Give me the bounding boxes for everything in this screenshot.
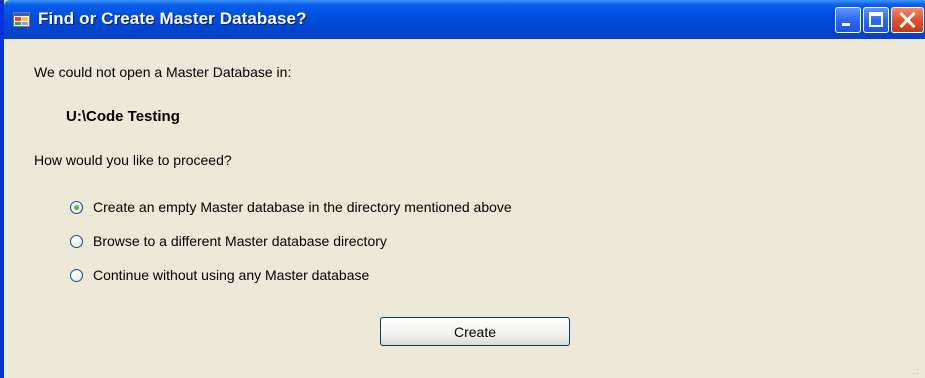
create-button[interactable]: Create <box>380 317 570 346</box>
radio-label[interactable]: Continue without using any Master databa… <box>93 267 369 283</box>
maximize-icon <box>869 12 883 27</box>
close-icon <box>899 11 916 29</box>
radio-option-continue-without[interactable]: Continue without using any Master databa… <box>70 265 369 285</box>
maximize-button[interactable] <box>863 7 889 33</box>
question-text: How would you like to proceed? <box>34 152 232 168</box>
minimize-icon <box>842 23 850 26</box>
radio-option-browse[interactable]: Browse to a different Master database di… <box>70 231 387 251</box>
intro-text: We could not open a Master Database in: <box>34 64 292 80</box>
dialog-body: We could not open a Master Database in: … <box>4 39 925 378</box>
radio-button[interactable] <box>70 268 83 282</box>
radio-button[interactable] <box>70 234 83 248</box>
radio-label[interactable]: Create an empty Master database in the d… <box>93 199 512 215</box>
close-button[interactable] <box>891 7 924 33</box>
title-bar[interactable]: Find or Create Master Database? <box>4 0 925 39</box>
app-window-icon <box>13 12 30 27</box>
database-path: U:\Code Testing <box>66 108 180 125</box>
window-title: Find or Create Master Database? <box>38 9 307 28</box>
radio-button[interactable] <box>70 200 83 214</box>
dialog-window: Find or Create Master Database? We could… <box>0 0 925 378</box>
minimize-button[interactable] <box>835 7 861 33</box>
radio-option-create-empty[interactable]: Create an empty Master database in the d… <box>70 197 512 217</box>
radio-label[interactable]: Browse to a different Master database di… <box>93 233 387 249</box>
resize-grip-icon[interactable] <box>909 365 919 375</box>
